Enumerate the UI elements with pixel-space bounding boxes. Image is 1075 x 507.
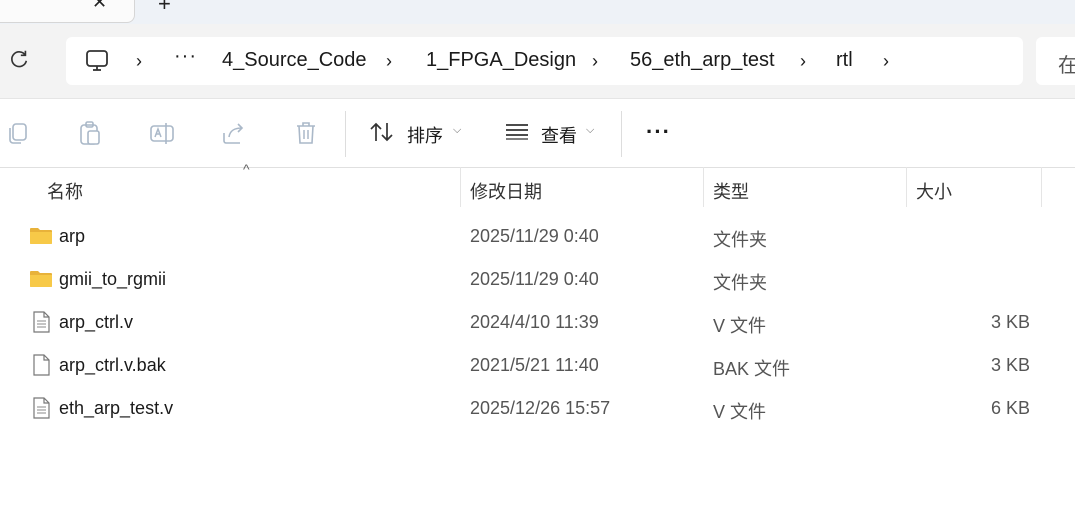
file-type: V 文件 [713, 402, 767, 422]
file-modified: 2025/11/29 0:40 [470, 269, 599, 289]
search-placeholder: 在 [1058, 55, 1075, 77]
blank-file-icon [33, 354, 50, 376]
file-modified: 2025/11/29 0:40 [470, 226, 599, 246]
breadcrumb-separator-icon[interactable]: › [883, 51, 889, 72]
refresh-icon[interactable] [8, 48, 30, 70]
column-divider[interactable] [1041, 167, 1042, 207]
file-size: 3 KB [990, 355, 1030, 375]
file-type: 文件夹 [713, 230, 767, 250]
breadcrumb-separator-icon[interactable]: › [386, 51, 392, 72]
paste-icon[interactable] [76, 119, 104, 147]
command-bar: 排序 ⌵ 查看 ⌵ ··· [0, 98, 1075, 168]
view-button[interactable]: 查看 ⌵ [504, 117, 604, 147]
column-header-name[interactable]: 名称 [47, 178, 83, 204]
breadcrumb-eth-arp-test[interactable]: 56_eth_arp_test [630, 49, 775, 72]
file-row[interactable]: gmii_to_rgmii 2025/11/29 0:40 文件夹 [0, 258, 1075, 301]
active-tab[interactable]: ✕ [0, 0, 135, 23]
breadcrumb-overflow[interactable]: ··· [174, 45, 197, 68]
file-name: gmii_to_rgmii [59, 269, 167, 289]
breadcrumb[interactable]: › ··· 4_Source_Code › 1_FPGA_Design › 56… [66, 37, 1023, 85]
view-list-icon [506, 124, 528, 140]
file-name: arp_ctrl.v [59, 312, 134, 332]
sort-button[interactable]: 排序 ⌵ [369, 117, 469, 147]
file-name: arp_ctrl.v.bak [59, 355, 166, 375]
file-modified: 2024/4/10 11:39 [470, 312, 599, 332]
file-size: 6 KB [990, 398, 1030, 418]
share-icon[interactable] [220, 119, 248, 147]
chevron-down-icon: ⌵ [586, 124, 595, 136]
breadcrumb-separator-icon[interactable]: › [136, 51, 142, 72]
sort-arrows-icon [370, 122, 393, 142]
file-name: arp [59, 226, 86, 246]
folder-icon [30, 271, 52, 287]
breadcrumb-separator-icon[interactable]: › [592, 51, 598, 72]
breadcrumb-rtl[interactable]: rtl [836, 49, 853, 72]
computer-icon[interactable] [84, 48, 110, 74]
file-row[interactable]: arp_ctrl.v.bak 2021/5/21 11:40 BAK 文件 3 … [0, 344, 1075, 387]
sort-ascending-icon: ^ [243, 161, 250, 177]
file-modified: 2025/12/26 15:57 [470, 398, 611, 418]
column-divider[interactable] [703, 167, 704, 207]
toolbar-divider [345, 111, 346, 157]
close-tab-icon[interactable]: ✕ [92, 0, 107, 13]
file-type: 文件夹 [713, 273, 767, 293]
column-header-size[interactable]: 大小 [916, 178, 952, 204]
toolbar-divider [621, 111, 622, 157]
view-label: 查看 [541, 126, 577, 146]
text-file-icon [33, 397, 50, 419]
breadcrumb-fpga-design[interactable]: 1_FPGA_Design [426, 49, 576, 72]
more-options-button[interactable]: ··· [646, 119, 671, 145]
file-name: eth_arp_test.v [59, 398, 174, 418]
sort-label: 排序 [407, 126, 443, 146]
column-headers: ^ 名称 修改日期 类型 大小 [0, 161, 1075, 209]
file-type: BAK 文件 [713, 359, 791, 379]
file-row[interactable]: arp 2025/11/29 0:40 文件夹 [0, 215, 1075, 258]
copy-icon[interactable] [4, 119, 32, 147]
column-divider[interactable] [906, 167, 907, 207]
file-modified: 2021/5/21 11:40 [470, 355, 599, 375]
column-header-type[interactable]: 类型 [713, 178, 749, 204]
file-size: 3 KB [990, 312, 1030, 332]
text-file-icon [33, 311, 50, 333]
breadcrumb-separator-icon[interactable]: › [800, 51, 806, 72]
folder-icon [30, 228, 52, 244]
file-type: V 文件 [713, 316, 767, 336]
tab-strip: ✕ + [0, 0, 1075, 24]
breadcrumb-source-code[interactable]: 4_Source_Code [222, 49, 367, 72]
address-row: › ··· 4_Source_Code › 1_FPGA_Design › 56… [0, 24, 1075, 98]
column-divider[interactable] [460, 167, 461, 207]
new-tab-button[interactable]: + [158, 0, 171, 17]
rename-icon[interactable] [148, 119, 176, 147]
file-row[interactable]: arp_ctrl.v 2024/4/10 11:39 V 文件 3 KB [0, 301, 1075, 344]
file-row[interactable]: eth_arp_test.v 2025/12/26 15:57 V 文件 6 K… [0, 387, 1075, 430]
delete-icon[interactable] [292, 119, 320, 147]
search-input[interactable]: 在 [1036, 37, 1075, 85]
chevron-down-icon: ⌵ [453, 124, 462, 136]
column-header-modified[interactable]: 修改日期 [470, 178, 542, 204]
